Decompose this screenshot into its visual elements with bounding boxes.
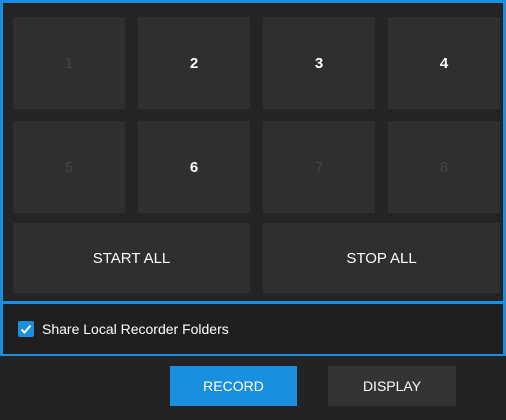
share-folders-label[interactable]: Share Local Recorder Folders [42, 321, 229, 337]
share-folders-row: Share Local Recorder Folders [0, 304, 506, 356]
start-all-button[interactable]: START ALL [13, 223, 250, 293]
action-row: START ALL STOP ALL [13, 223, 500, 293]
stop-all-button[interactable]: STOP ALL [263, 223, 500, 293]
record-tab-button[interactable]: RECORD [170, 366, 297, 406]
recorder-button-3[interactable]: 3 [263, 17, 375, 109]
recorder-button-6[interactable]: 6 [138, 121, 250, 213]
recorder-window: 1 2 3 4 5 6 7 8 START ALL STOP ALL Share… [0, 0, 506, 420]
recorder-button-4[interactable]: 4 [388, 17, 500, 109]
recorder-grid: 1 2 3 4 5 6 7 8 [13, 17, 500, 213]
recorder-button-2[interactable]: 2 [138, 17, 250, 109]
display-tab-button[interactable]: DISPLAY [328, 366, 456, 406]
recorder-button-5[interactable]: 5 [13, 121, 125, 213]
share-folders-checkbox[interactable] [18, 321, 34, 337]
recorder-panel: 1 2 3 4 5 6 7 8 START ALL STOP ALL [3, 3, 503, 301]
recorder-button-7[interactable]: 7 [263, 121, 375, 213]
footer-tabs: RECORD DISPLAY [0, 356, 506, 420]
recorder-button-8[interactable]: 8 [388, 121, 500, 213]
checkmark-icon [20, 324, 32, 334]
recorder-button-1[interactable]: 1 [13, 17, 125, 109]
